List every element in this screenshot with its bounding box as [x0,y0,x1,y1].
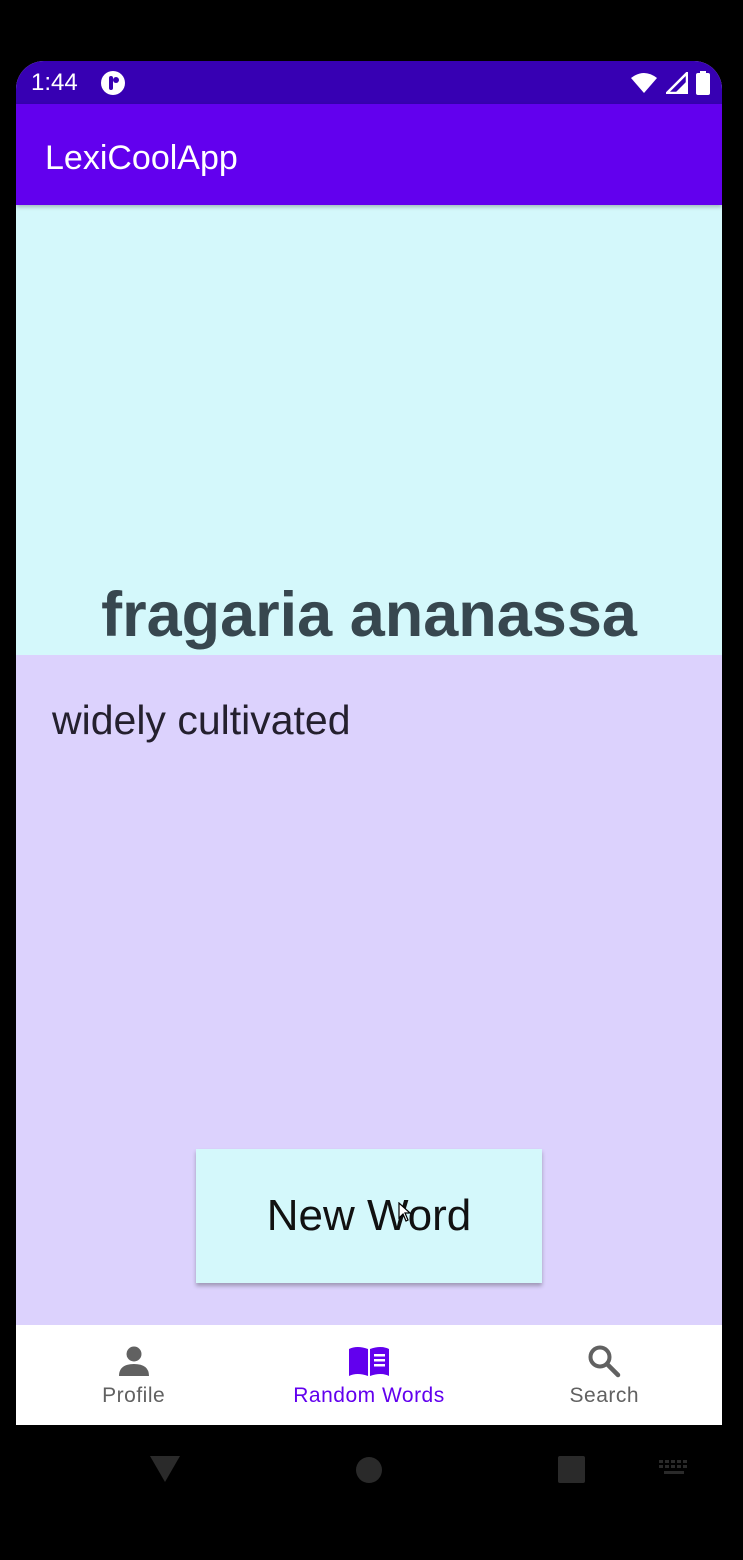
app-title: LexiCoolApp [45,139,238,177]
wifi-icon [631,73,657,93]
book-icon [348,1347,389,1376]
word-panel: fragaria ananassa [16,205,722,655]
signal-icon [666,72,688,94]
word-definition: widely cultivated [52,697,351,743]
keyboard-icon[interactable] [659,1460,689,1478]
status-bar: 1:44 [16,61,722,104]
notification-icon [101,71,125,95]
status-icons [630,70,710,96]
nav-item-random-words[interactable]: Random Words [251,1325,486,1425]
mouse-cursor-icon [398,1202,412,1222]
home-icon[interactable] [355,1456,383,1484]
nav-item-profile[interactable]: Profile [16,1325,251,1425]
definition-panel: widely cultivated New Word [16,655,722,1325]
nav-label-search: Search [569,1384,640,1407]
bottom-navigation: Profile Random Words Search [16,1325,722,1425]
app-bar: LexiCoolApp [16,104,722,205]
battery-icon [696,71,710,95]
person-icon [118,1346,149,1376]
search-icon [588,1345,621,1378]
system-navigation-bar [0,1425,743,1560]
recents-icon[interactable] [558,1456,585,1483]
nav-item-search[interactable]: Search [487,1325,722,1425]
status-time: 1:44 [31,69,78,96]
phone-screen: 1:44 LexiCoolApp fragaria ananassa widel… [16,61,722,1425]
nav-label-profile: Profile [102,1384,166,1407]
back-icon[interactable] [150,1456,180,1482]
new-word-button[interactable]: New Word [196,1149,542,1283]
nav-label-random-words: Random Words [293,1384,445,1407]
random-word: fragaria ananassa [101,580,637,650]
